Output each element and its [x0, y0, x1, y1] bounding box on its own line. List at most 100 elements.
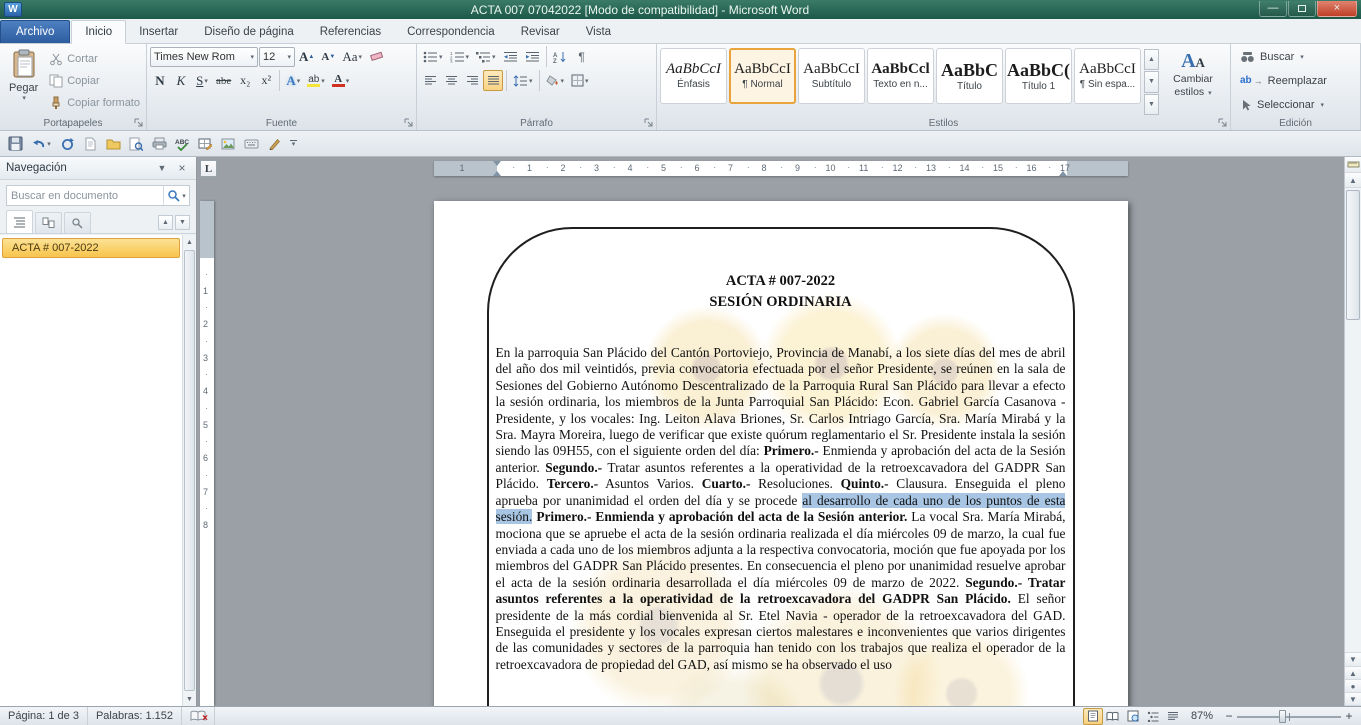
- nav-scroll-thumb[interactable]: [184, 250, 195, 691]
- bullets-button[interactable]: ▾: [420, 46, 446, 67]
- styles-scroll-up-button[interactable]: ▲: [1144, 49, 1159, 70]
- cut-button[interactable]: Cortar: [46, 48, 143, 69]
- scroll-up-button[interactable]: ▲: [1345, 173, 1361, 188]
- select-browse-object-button[interactable]: ●: [1345, 680, 1361, 693]
- font-dialog-launcher[interactable]: [404, 118, 414, 128]
- nav-heading-item[interactable]: ACTA # 007-2022: [2, 238, 180, 258]
- tab-vista[interactable]: Vista: [573, 21, 624, 43]
- navigation-scrollbar[interactable]: ▲ ▼: [182, 235, 196, 706]
- pen-input-button[interactable]: [264, 134, 284, 154]
- style-titulo-1[interactable]: AaBbC(Título 1: [1005, 48, 1072, 104]
- horizontal-ruler[interactable]: 11·2·3·4·5·6·7·8·9·10·11·12·13·14·15·16·…: [434, 161, 1128, 176]
- outline-view-button[interactable]: [1143, 708, 1163, 725]
- find-button[interactable]: Buscar▾: [1234, 46, 1357, 67]
- first-line-indent-marker[interactable]: [493, 161, 501, 166]
- print-preview-button[interactable]: [126, 134, 146, 154]
- scroll-down-button[interactable]: ▼: [1345, 652, 1361, 667]
- italic-button[interactable]: K: [171, 70, 191, 91]
- nav-scroll-up-icon[interactable]: ▲: [183, 235, 196, 249]
- justify-button[interactable]: [483, 70, 503, 91]
- text-highlight-button[interactable]: ab▾: [304, 70, 328, 91]
- zoom-slider-thumb[interactable]: [1279, 710, 1286, 723]
- font-size-combo[interactable]: 12▾: [259, 47, 295, 67]
- document-body-paragraph[interactable]: En la parroquia San Plácido del Cantón P…: [496, 345, 1066, 673]
- tab-archivo[interactable]: Archivo: [0, 20, 70, 43]
- change-case-button[interactable]: Aa▾: [339, 46, 365, 67]
- tab-correspondencia[interactable]: Correspondencia: [394, 21, 508, 43]
- draft-view-button[interactable]: [1163, 708, 1183, 725]
- font-color-button[interactable]: A▾: [329, 70, 353, 91]
- tab-referencias[interactable]: Referencias: [307, 21, 394, 43]
- view-ruler-toggle-button[interactable]: [1345, 157, 1361, 173]
- word-count-indicator[interactable]: Palabras: 1.152: [88, 707, 182, 725]
- multilevel-list-button[interactable]: ▾: [473, 46, 499, 67]
- web-layout-view-button[interactable]: [1123, 708, 1143, 725]
- full-screen-reading-view-button[interactable]: [1103, 708, 1123, 725]
- proofing-errors-indicator[interactable]: ×: [182, 707, 215, 725]
- document-scrollbar[interactable]: ▲ ▼ ▲ ● ▼: [1344, 157, 1361, 706]
- show-paragraph-marks-button[interactable]: ¶: [572, 46, 592, 67]
- shrink-font-button[interactable]: A▼: [318, 46, 338, 67]
- styles-dialog-launcher[interactable]: [1218, 118, 1228, 128]
- tab-inicio[interactable]: Inicio: [71, 20, 126, 44]
- styles-more-button[interactable]: ▼: [1144, 94, 1159, 115]
- print-layout-view-button[interactable]: [1083, 708, 1103, 725]
- subscript-button[interactable]: x₂: [235, 70, 255, 91]
- numbering-button[interactable]: 123▾: [447, 46, 473, 67]
- undo-button[interactable]: ▾: [28, 134, 54, 154]
- select-button[interactable]: Seleccionar▾: [1234, 94, 1357, 115]
- draw-table-button[interactable]: [195, 134, 215, 154]
- grow-font-button[interactable]: A▲: [296, 46, 317, 67]
- nav-tab-results[interactable]: [64, 212, 91, 233]
- style-titulo[interactable]: AaBbCTítulo: [936, 48, 1003, 104]
- qat-toolbar-options-button[interactable]: ▾: [287, 134, 300, 154]
- bold-button[interactable]: N: [150, 70, 170, 91]
- insert-picture-button[interactable]: [218, 134, 238, 154]
- next-page-button[interactable]: ▼: [1345, 693, 1361, 706]
- clipboard-dialog-launcher[interactable]: [134, 118, 144, 128]
- paste-button[interactable]: Pegar ▾: [3, 46, 44, 112]
- underline-button[interactable]: S▾: [192, 70, 212, 91]
- style-sin-espaciado[interactable]: AaBbCcI¶ Sin espa...: [1074, 48, 1141, 104]
- font-name-combo[interactable]: Times New Rom▾: [150, 47, 258, 67]
- tab-insertar[interactable]: Insertar: [126, 21, 191, 43]
- style-enfasis[interactable]: AaBbCcIÉnfasis: [660, 48, 727, 104]
- redo-button[interactable]: [57, 134, 77, 154]
- previous-heading-button[interactable]: ▲: [158, 215, 173, 230]
- zoom-out-button[interactable]: −: [1221, 708, 1237, 724]
- line-spacing-button[interactable]: ▾: [510, 70, 536, 91]
- close-button[interactable]: ×: [1317, 1, 1357, 17]
- tab-revisar[interactable]: Revisar: [508, 21, 573, 43]
- page-number-indicator[interactable]: Página: 1 de 3: [0, 707, 88, 725]
- shading-button[interactable]: ▾: [543, 70, 568, 91]
- previous-page-button[interactable]: ▲: [1345, 667, 1361, 680]
- quick-print-button[interactable]: [149, 134, 169, 154]
- spelling-grammar-button[interactable]: ABC: [172, 134, 192, 154]
- navigation-pane-close-button[interactable]: ×: [174, 160, 190, 176]
- style-subtitulo[interactable]: AaBbCcISubtítulo: [798, 48, 865, 104]
- align-left-button[interactable]: [420, 70, 440, 91]
- navigation-search-input[interactable]: [7, 190, 163, 202]
- navigation-pane-options-button[interactable]: ▼: [154, 160, 170, 176]
- sort-button[interactable]: AZ: [550, 46, 571, 67]
- nav-scroll-down-icon[interactable]: ▼: [183, 692, 196, 706]
- word-logo-icon[interactable]: W: [4, 2, 22, 17]
- navigation-search-button[interactable]: ▾: [163, 186, 189, 205]
- style-normal[interactable]: AaBbCcI¶ Normal: [729, 48, 796, 104]
- styles-scroll-down-button[interactable]: ▼: [1144, 71, 1159, 92]
- open-button[interactable]: [103, 134, 123, 154]
- new-document-button[interactable]: [80, 134, 100, 154]
- clear-formatting-button[interactable]: [366, 46, 387, 67]
- vertical-ruler[interactable]: 1·2·3·4·5·6·7·8·: [197, 180, 217, 706]
- scroll-thumb[interactable]: [1346, 190, 1360, 320]
- hanging-indent-marker[interactable]: [493, 171, 501, 176]
- zoom-level-indicator[interactable]: 87%: [1183, 710, 1221, 722]
- nav-tab-headings[interactable]: [6, 210, 33, 233]
- paragraph-dialog-launcher[interactable]: [644, 118, 654, 128]
- next-heading-button[interactable]: ▼: [175, 215, 190, 230]
- document-page[interactable]: ACTA # 007-2022 SESIÓN ORDINARIA En la p…: [434, 201, 1128, 706]
- zoom-slider[interactable]: [1237, 708, 1341, 725]
- replace-button[interactable]: ab→ Reemplazar: [1234, 70, 1357, 91]
- document-canvas[interactable]: ACTA # 007-2022 SESIÓN ORDINARIA En la p…: [217, 180, 1344, 706]
- superscript-button[interactable]: x²: [256, 70, 276, 91]
